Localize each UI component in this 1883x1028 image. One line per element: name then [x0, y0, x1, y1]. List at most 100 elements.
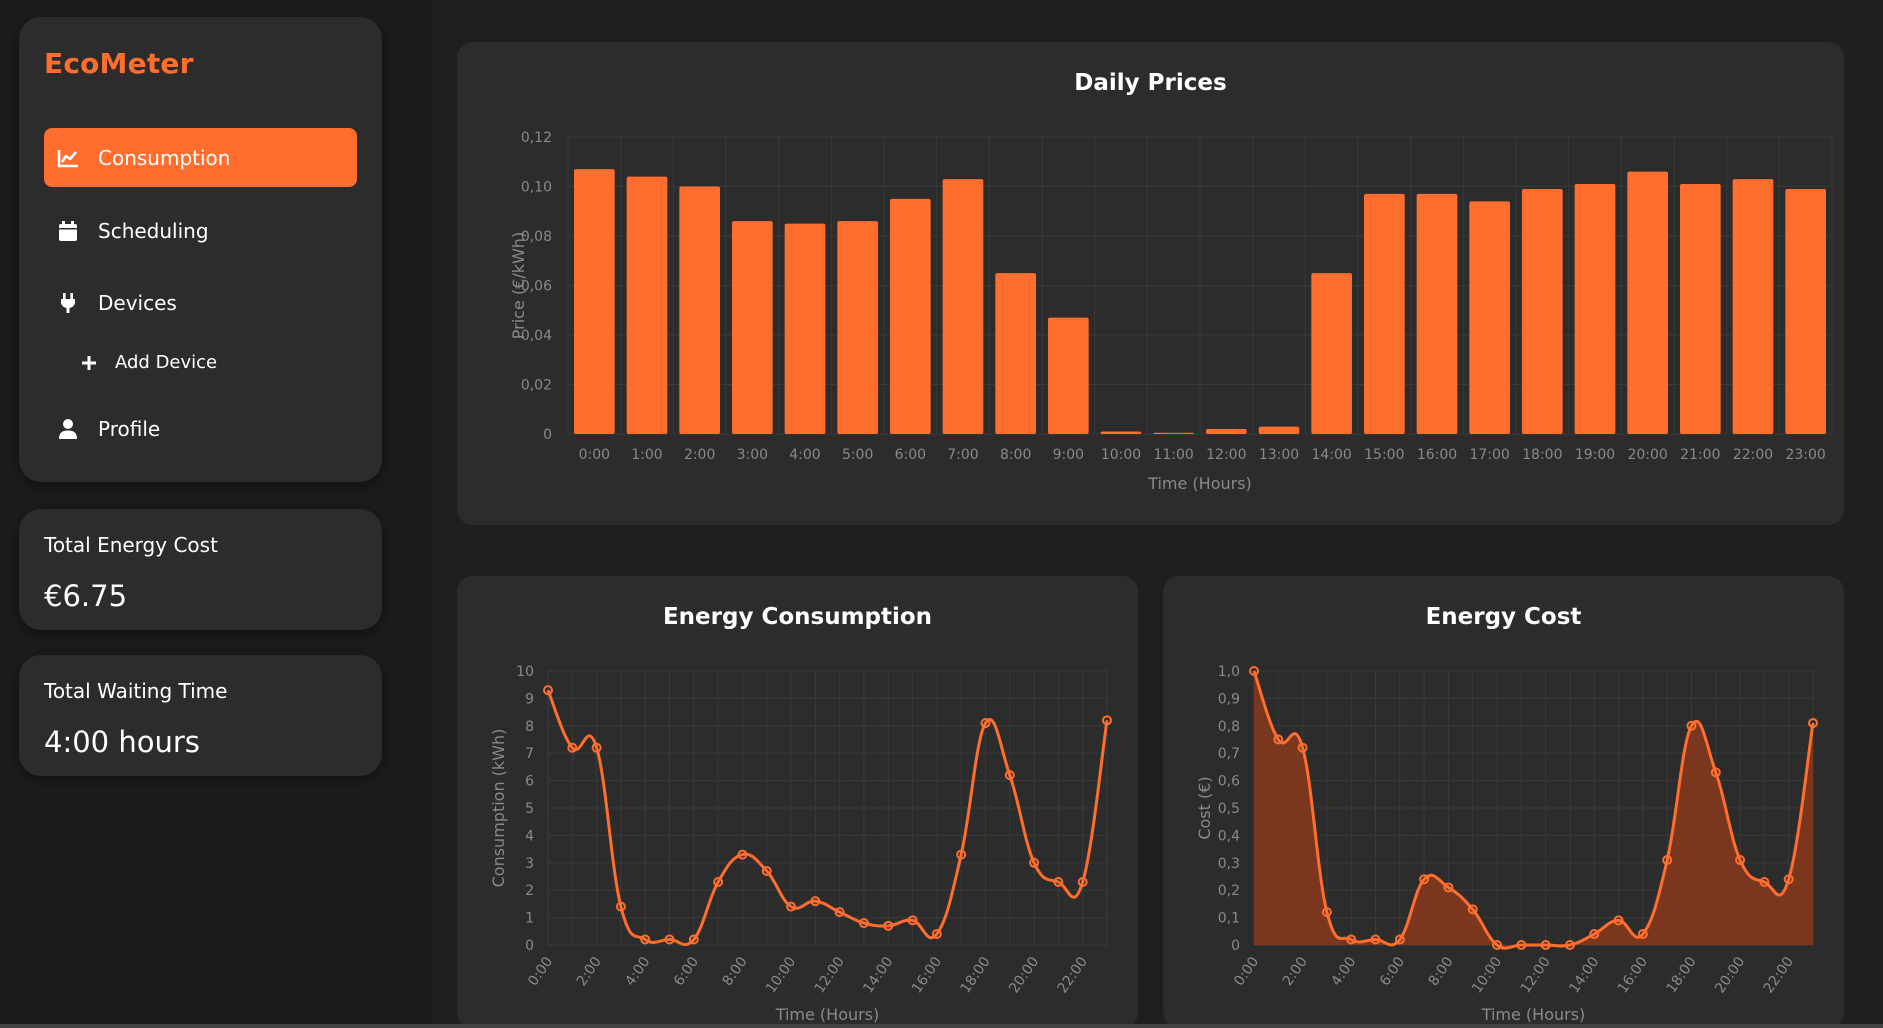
x-tick-label: 17:00	[1469, 447, 1509, 463]
x-tick-label: 14:00	[860, 954, 896, 996]
y-tick-label: 0,10	[521, 180, 552, 196]
nav-item-add-device[interactable]: Add Device	[44, 333, 357, 392]
x-tick-label: 7:00	[947, 447, 978, 463]
nav-item-scheduling[interactable]: Scheduling	[44, 201, 357, 260]
x-tick-label: 6:00	[671, 954, 702, 989]
nav-item-devices[interactable]: Devices	[44, 273, 357, 332]
y-tick-label: 0,9	[1218, 691, 1240, 707]
x-tick-label: 23:00	[1785, 447, 1825, 463]
x-tick-label: 22:00	[1055, 954, 1091, 996]
brand-logo[interactable]: EcoMeter	[44, 47, 194, 80]
y-tick-label: 0,4	[1218, 828, 1240, 844]
y-tick-label: 0,7	[1218, 746, 1240, 762]
y-tick-label: 2	[525, 883, 534, 899]
y-tick-label: 0,6	[1218, 774, 1240, 790]
calendar-icon	[54, 217, 82, 245]
x-axis-label: Time (Hours)	[1147, 474, 1252, 493]
x-tick-label: 9:00	[1053, 447, 1084, 463]
bar-12:00	[1206, 429, 1247, 434]
bar-15:00	[1364, 193, 1405, 434]
x-tick-label: 6:00	[1377, 954, 1408, 989]
x-tick-label: 10:00	[1469, 954, 1505, 996]
y-tick-label: 0,5	[1218, 801, 1240, 817]
nav-item-label: Devices	[98, 290, 177, 315]
daily-prices-chart: 00,020,040,060,080,100,120:00 1:00 2:00 3:0…	[509, 130, 1833, 493]
x-tick-label: 11:00	[1153, 447, 1193, 463]
nav-item-consumption[interactable]: Consumption	[44, 128, 357, 187]
nav-item-label: Add Device	[115, 352, 218, 373]
x-axis-label: Time (Hours)	[775, 1005, 880, 1024]
bar-16:00	[1416, 193, 1458, 434]
bottom-divider	[0, 1024, 1883, 1028]
y-tick-label: 0,1	[1218, 911, 1240, 927]
y-tick-label: 0,12	[521, 130, 552, 146]
bar-18:00	[1522, 188, 1563, 434]
plus-icon	[79, 349, 99, 377]
x-tick-label: 12:00	[1206, 447, 1246, 463]
y-tick-label: 9	[525, 691, 534, 707]
x-tick-label: 16:00	[1417, 447, 1457, 463]
x-tick-label: 0:00	[579, 447, 610, 463]
x-tick-label: 2:00	[574, 954, 605, 989]
x-tick-label: 18:00	[1663, 954, 1699, 996]
y-tick-label: 0	[525, 938, 534, 954]
nav-item-label: Profile	[98, 416, 161, 441]
bar-5:00	[837, 221, 878, 434]
bar-9:00	[1048, 317, 1089, 434]
x-tick-label: 1:00	[631, 447, 662, 463]
stat-label: Total Waiting Time	[44, 679, 228, 703]
bar-17:00	[1469, 201, 1510, 434]
y-tick-label: 0,2	[1218, 883, 1240, 899]
y-tick-label: 0,8	[1218, 719, 1240, 735]
bar-22:00	[1732, 179, 1774, 434]
nav-item-profile[interactable]: Profile	[44, 399, 357, 458]
bar-0:00	[574, 169, 615, 435]
bar-3:00	[732, 221, 773, 434]
x-tick-label: 8:00	[720, 954, 751, 989]
x-tick-label: 8:00	[1000, 447, 1031, 463]
area-fill	[1254, 671, 1813, 949]
x-tick-label: 2:00	[684, 447, 715, 463]
bar-13:00	[1258, 426, 1300, 434]
y-tick-label: 1	[525, 911, 534, 927]
chart-line-icon	[54, 144, 82, 172]
energy-consumption-panel: Energy Consumption 0 1 2 3 4 5 6 7 8 9 10 0:00 2:00 4…	[457, 576, 1138, 1028]
energy-cost-chart: 0 0,1 0,2 0,3 0,4 0,5 0,6 0,7 0,8 0,9 1,0 0:00 2:00 4…	[1195, 664, 1818, 1024]
y-tick-label: 3	[525, 856, 534, 872]
bar-10:00	[1100, 431, 1142, 434]
plug-icon	[54, 289, 82, 317]
x-tick-label: 6:00	[895, 447, 926, 463]
x-tick-label: 18:00	[1522, 447, 1562, 463]
y-tick-label: 0,3	[1218, 856, 1240, 872]
bar-1:00	[626, 176, 668, 434]
total-waiting-time-card: Total Waiting Time 4:00 hours	[19, 655, 382, 776]
y-tick-label: 0	[1231, 938, 1240, 954]
y-tick-label: 0,02	[521, 378, 552, 394]
bar-7:00	[942, 179, 984, 434]
x-tick-label: 19:00	[1575, 447, 1615, 463]
user-icon	[54, 415, 82, 443]
x-tick-label: 20:00	[1627, 447, 1667, 463]
bar-8:00	[995, 273, 1036, 434]
bar-14:00	[1311, 273, 1352, 434]
x-tick-label: 20:00	[1712, 954, 1748, 996]
bar-21:00	[1680, 184, 1721, 434]
x-tick-label: 18:00	[957, 954, 993, 996]
y-axis-label: Price (€/kWh)	[509, 232, 528, 339]
x-axis-label: Time (Hours)	[1481, 1005, 1586, 1024]
bar-6:00	[890, 198, 931, 434]
nav-item-label: Scheduling	[98, 218, 209, 243]
x-tick-label: 14:00	[1566, 954, 1602, 996]
y-tick-label: 7	[525, 746, 534, 762]
x-tick-label: 22:00	[1733, 447, 1773, 463]
nav-card: EcoMeter Consumption Scheduling Devices …	[19, 17, 382, 482]
y-tick-label: 6	[525, 774, 534, 790]
bar-4:00	[784, 223, 826, 434]
x-tick-label: 4:00	[789, 447, 820, 463]
total-energy-cost-card: Total Energy Cost €6.75	[19, 509, 382, 630]
x-tick-label: 21:00	[1680, 447, 1720, 463]
x-tick-label: 4:00	[622, 954, 653, 989]
x-tick-label: 15:00	[1364, 447, 1404, 463]
energy-cost-panel: Energy Cost 0 0,1 0,2 0,3 0,4 0,5 0,6 0,7 0,8 0,9…	[1163, 576, 1844, 1028]
x-tick-label: 5:00	[842, 447, 873, 463]
